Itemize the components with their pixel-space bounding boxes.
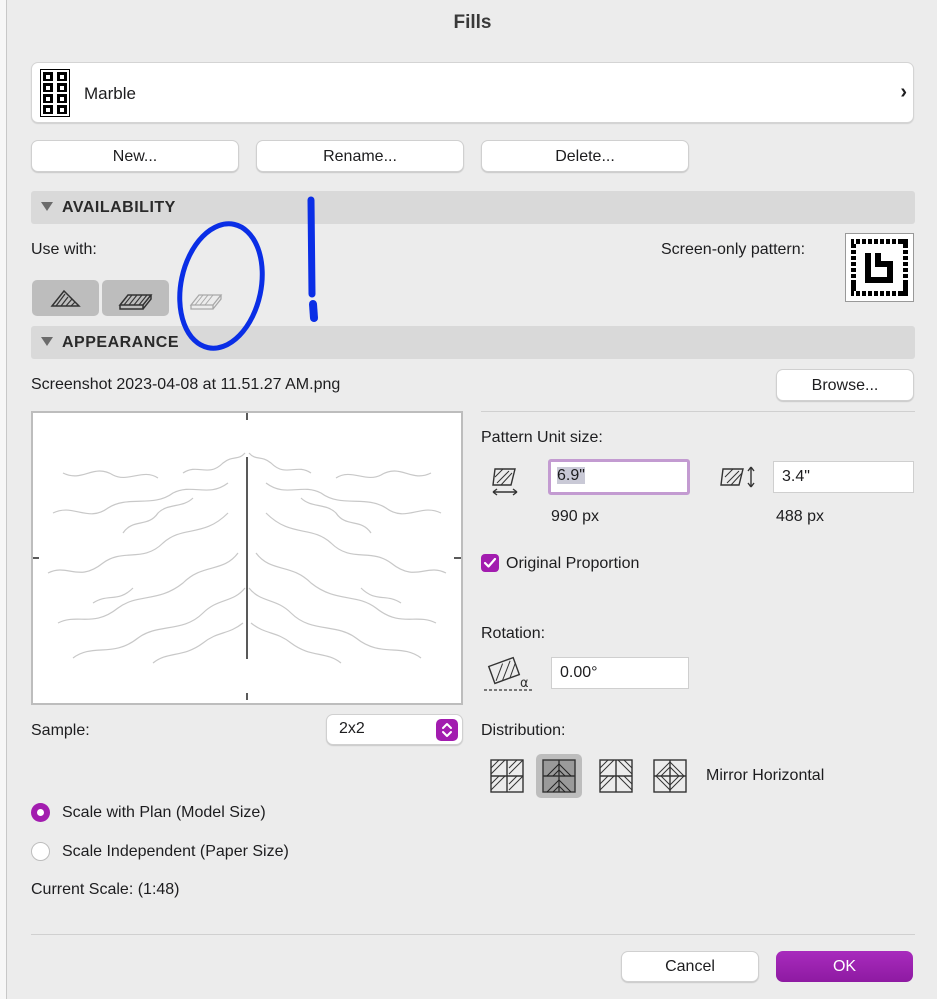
sample-value: 2x2 [339, 720, 365, 737]
fill-name: Marble [84, 84, 136, 103]
rotation-icon: α [484, 656, 534, 691]
cancel-button[interactable]: Cancel [621, 951, 759, 982]
disclosure-triangle-icon [41, 202, 53, 211]
scale-independent-label: Scale Independent (Paper Size) [62, 843, 289, 860]
stepper-icon [436, 719, 458, 741]
svg-text:α: α [520, 676, 529, 691]
original-proportion-checkbox[interactable] [481, 554, 499, 572]
pattern-preview [31, 411, 463, 705]
distribution-mirror-both-icon [653, 759, 687, 793]
availability-section-header[interactable]: AVAILABILITY [31, 191, 915, 224]
sample-select[interactable]: 2x2 [326, 714, 463, 745]
new-button[interactable]: New... [31, 140, 239, 172]
original-proportion-label: Original Proportion [506, 555, 640, 572]
pattern-unit-size-label: Pattern Unit size: [481, 429, 603, 446]
distribution-mirror-vertical-icon [599, 759, 633, 793]
pattern-width-icon [492, 468, 518, 496]
distribution-mirror-vertical-button[interactable] [593, 754, 639, 798]
cut-fill-icon [118, 294, 153, 310]
delete-button[interactable]: Delete... [481, 140, 689, 172]
hand-drawn-annotation [177, 196, 318, 351]
appearance-section-header[interactable]: APPEARANCE [31, 326, 915, 359]
fill-selector[interactable]: Marble › [31, 62, 914, 123]
sample-label: Sample: [31, 722, 90, 739]
screen-only-pattern-swatch[interactable] [845, 233, 914, 302]
distribution-label: Distribution: [481, 722, 566, 739]
use-with-drafting-button[interactable] [32, 280, 99, 316]
chevron-right-icon: › [900, 81, 907, 103]
image-file-name: Screenshot 2023-04-08 at 11.51.27 AM.png [31, 376, 341, 393]
fills-dialog: Fills Marble › New... Rename... Delete..… [6, 0, 937, 999]
current-scale-label: Current Scale: (1:48) [31, 881, 180, 898]
rename-button[interactable]: Rename... [256, 140, 464, 172]
distribution-mirror-horizontal-button[interactable] [536, 754, 582, 798]
browse-button[interactable]: Browse... [776, 369, 914, 401]
pattern-width-value: 6.9" [557, 467, 585, 484]
marble-pattern-preview [33, 413, 461, 700]
scale-independent-radio[interactable] [31, 842, 50, 861]
use-with-cut-button[interactable] [102, 280, 169, 316]
pattern-width-px: 990 px [551, 508, 600, 525]
availability-title: AVAILABILITY [62, 199, 176, 216]
distribution-normal-button[interactable] [484, 754, 530, 798]
screen-only-label: Screen-only pattern: [661, 241, 806, 258]
disclosure-triangle-icon [41, 337, 53, 346]
pattern-height-px: 488 px [776, 508, 825, 525]
distribution-mirror-both-button[interactable] [647, 754, 693, 798]
drafting-fill-icon [50, 289, 81, 307]
distribution-mirror-horizontal-icon [542, 759, 576, 793]
scale-with-plan-radio[interactable] [31, 803, 50, 822]
fill-pattern-icon [40, 69, 70, 117]
pattern-height-icon [720, 466, 755, 488]
pattern-height-input[interactable]: 3.4" [773, 461, 914, 493]
rotation-label: Rotation: [481, 625, 546, 642]
ok-button[interactable]: OK [776, 951, 913, 982]
rotation-input[interactable]: 0.00° [551, 657, 689, 689]
appearance-title: APPEARANCE [62, 334, 180, 351]
use-with-label: Use with: [31, 241, 97, 258]
distribution-mode-label: Mirror Horizontal [706, 767, 825, 784]
pattern-width-input[interactable]: 6.9" [548, 459, 690, 495]
dialog-title: Fills [453, 12, 492, 33]
checkmark-icon [483, 557, 497, 568]
scale-with-plan-label: Scale with Plan (Model Size) [62, 804, 266, 821]
divider [481, 411, 915, 412]
distribution-normal-icon [490, 759, 524, 793]
footer-divider [31, 934, 915, 935]
